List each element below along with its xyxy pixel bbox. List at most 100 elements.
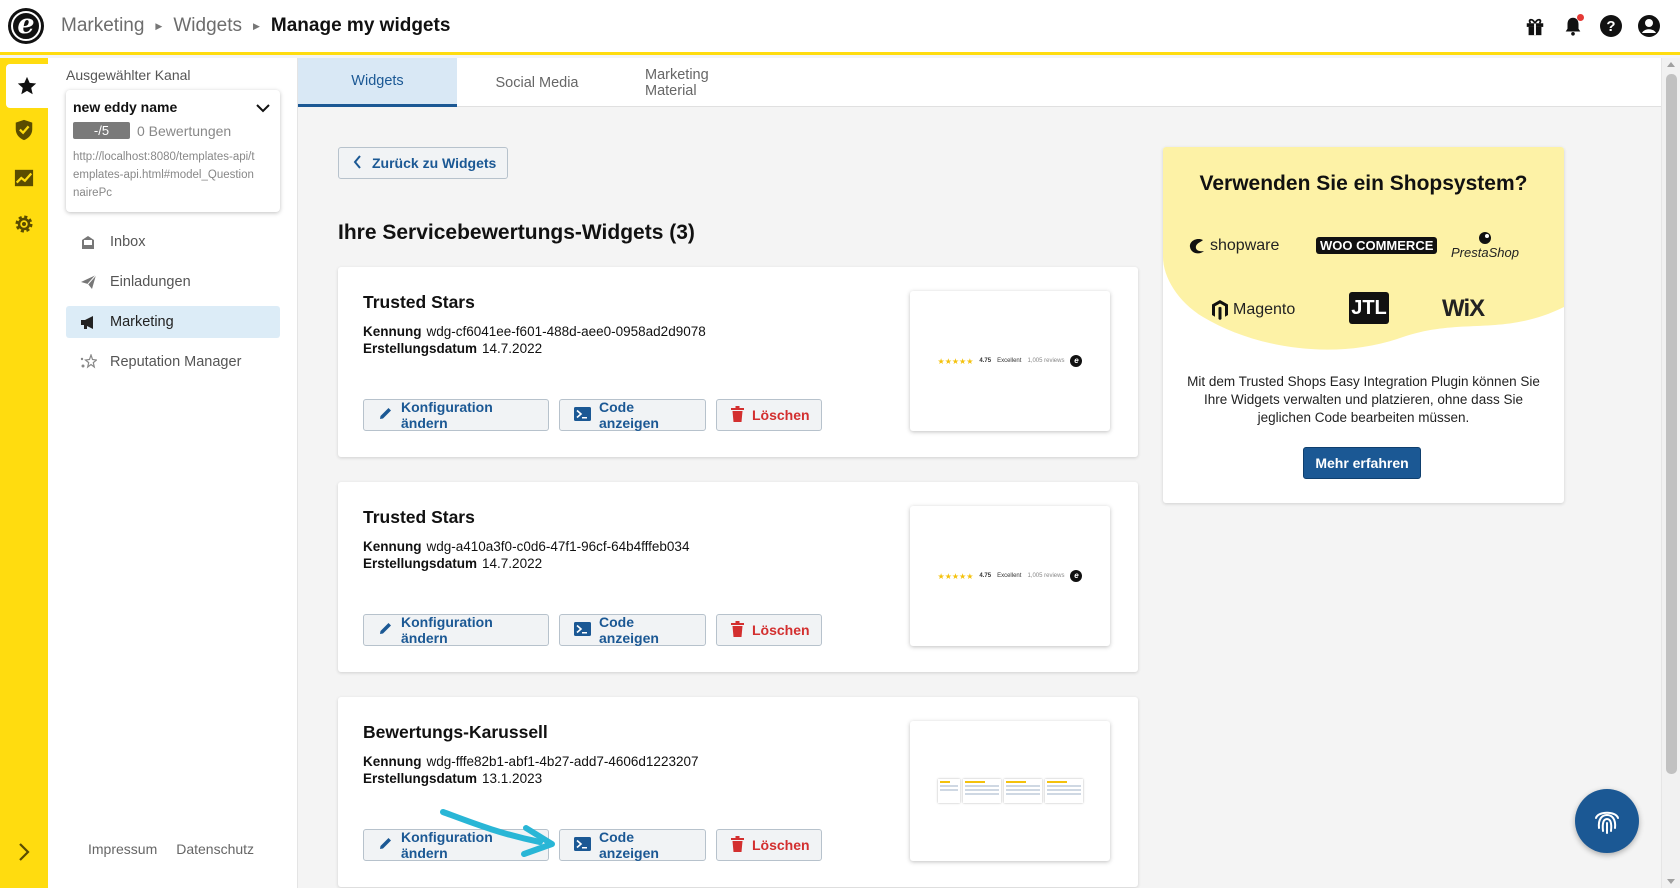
edit-config-label: Konfiguration ändern <box>401 614 493 646</box>
widget-id: wdg-a410a3f0-c0d6-47f1-96cf-64b4fffeb034 <box>426 539 690 554</box>
edit-config-button[interactable]: Konfiguration ändern <box>363 399 549 431</box>
widget-title: Trusted Stars <box>363 292 475 312</box>
woocommerce-logo-text: WOO COMMERCE <box>1316 237 1438 254</box>
etrusted-logo[interactable]: e <box>8 8 44 44</box>
widget-card: Trusted Stars Kennung wdg-a410a3f0-c0d6-4… <box>338 482 1138 672</box>
widget-id-row: Kennung wdg-fffe82b1-abf1-4b27-add7-4606d… <box>363 754 698 769</box>
delete-label: Löschen <box>752 407 810 423</box>
channel-selector[interactable]: new eddy name -/5 0 Bewertungen http://l… <box>66 90 280 212</box>
sidebar-item-reputation-manager[interactable]: Reputation Manager <box>66 346 280 378</box>
wix-logo-text: WiX <box>1442 295 1485 322</box>
trash-icon <box>731 620 744 640</box>
jtl-logo-text: JTL <box>1351 296 1387 319</box>
channel-label: Ausgewählter Kanal <box>66 67 191 83</box>
promo-description: Mit dem Trusted Shops Easy Integration P… <box>1187 374 1540 425</box>
preview-score: 4.75 <box>979 358 992 364</box>
widget-date-row: Erstellungsdatum 14.7.2022 <box>363 341 542 356</box>
widget-id-label: Kennung <box>363 324 422 339</box>
sidebar-item-label: Marketing <box>110 314 174 330</box>
datenschutz-link[interactable]: Datenschutz <box>176 841 254 857</box>
impressum-link[interactable]: Impressum <box>88 841 157 857</box>
edit-config-button[interactable]: Konfiguration ändern <box>363 829 549 861</box>
preview-grade: Excellent <box>997 573 1022 579</box>
magento-logo-text: Magento <box>1233 301 1296 318</box>
user-icon[interactable] <box>1636 13 1662 39</box>
delete-button[interactable]: Löschen <box>716 614 822 646</box>
stars-icon: ★★★★★ <box>937 356 974 366</box>
review-count: 0 Bewertungen <box>137 123 232 139</box>
widget-date-row: Erstellungsdatum 14.7.2022 <box>363 556 542 571</box>
jtl-logo: JTL <box>1349 292 1389 324</box>
widget-date-label: Erstellungsdatum <box>363 556 478 571</box>
widget-date: 14.7.2022 <box>482 341 543 356</box>
sidebar-nav: Inbox Einladungen Marketing Reputation M… <box>66 226 280 386</box>
scroll-down-arrow-icon[interactable] <box>1667 879 1675 884</box>
learn-more-button[interactable]: Mehr erfahren <box>1303 447 1421 479</box>
carousel-review-card <box>1003 779 1042 803</box>
preview-grade: Excellent <box>997 358 1022 364</box>
channel-name: new eddy name <box>73 99 178 115</box>
breadcrumb-widgets[interactable]: Widgets <box>173 15 242 37</box>
help-icon[interactable]: ? <box>1598 13 1624 39</box>
breadcrumb: Marketing ▶ Widgets ▶ Manage my widgets <box>61 15 450 37</box>
tab-widgets[interactable]: Widgets <box>298 58 457 107</box>
breadcrumb-marketing[interactable]: Marketing <box>61 15 144 37</box>
show-code-label: Code anzeigen <box>599 614 659 646</box>
edit-config-button[interactable]: Konfiguration ändern <box>363 614 549 646</box>
sidebar-item-einladungen[interactable]: Einladungen <box>66 266 280 298</box>
delete-button[interactable]: Löschen <box>716 399 822 431</box>
pencil-icon <box>378 621 393 639</box>
widget-title: Trusted Stars <box>363 507 475 527</box>
sparkle-icon <box>78 352 98 372</box>
scrollbar-thumb[interactable] <box>1666 74 1677 774</box>
sidebar-item-marketing[interactable]: Marketing <box>66 306 280 338</box>
promo-title: Verwenden Sie ein Shopsystem? <box>1199 172 1528 195</box>
delete-label: Löschen <box>752 837 810 853</box>
carousel-preview <box>937 779 1083 803</box>
widget-date-label: Erstellungsdatum <box>363 341 478 356</box>
svg-text:?: ? <box>1606 18 1615 35</box>
left-rail <box>0 58 48 888</box>
tab-marketing-material[interactable]: Marketing Material <box>617 58 777 107</box>
scroll-up-arrow-icon[interactable] <box>1667 62 1675 67</box>
chevron-down-icon[interactable] <box>256 100 270 118</box>
star-icon[interactable] <box>6 64 48 108</box>
magento-logo: Magento <box>1211 299 1295 321</box>
fingerprint-button[interactable] <box>1575 789 1639 853</box>
trustmark-icon: e <box>1070 570 1083 582</box>
bell-icon[interactable] <box>1560 13 1586 39</box>
woocommerce-logo: WOO COMMERCE <box>1316 237 1438 254</box>
tab-social-media[interactable]: Social Media <box>457 58 617 107</box>
sidebar-item-inbox[interactable]: Inbox <box>66 226 280 258</box>
page-scrollbar[interactable] <box>1661 58 1680 888</box>
show-code-button[interactable]: Code anzeigen <box>559 614 706 646</box>
back-button-label: Zurück zu Widgets <box>372 155 497 171</box>
inbox-icon <box>78 232 98 252</box>
gear-icon[interactable] <box>6 204 42 244</box>
chart-icon[interactable] <box>6 158 42 198</box>
trustmark-icon: e <box>1070 355 1083 367</box>
prestashop-logo: PrestaShop <box>1451 231 1519 260</box>
widget-date-row: Erstellungsdatum 13.1.2023 <box>363 771 542 786</box>
expand-sidebar-icon[interactable] <box>10 838 38 866</box>
fingerprint-icon <box>1595 811 1619 834</box>
widget-actions: Konfiguration ändern Code anzeigen Lösch… <box>363 614 822 646</box>
shopware-logo: shopware <box>1188 237 1279 255</box>
widget-title: Bewertungs-Karussell <box>363 722 548 742</box>
widget-preview: ★★★★★ 4.75 Excellent 1,005 reviews e <box>910 506 1110 646</box>
preview-score: 4.75 <box>979 573 992 579</box>
shield-icon[interactable] <box>6 110 42 150</box>
terminal-icon <box>574 836 591 854</box>
trusted-stars-preview: ★★★★★ 4.75 Excellent 1,005 reviews e <box>938 355 1083 367</box>
page-title: Manage my widgets <box>270 15 451 36</box>
breadcrumb-separator-icon: ▶ <box>252 20 260 31</box>
show-code-button[interactable]: Code anzeigen <box>559 829 706 861</box>
widget-id-label: Kennung <box>363 539 422 554</box>
show-code-button[interactable]: Code anzeigen <box>559 399 706 431</box>
back-to-widgets-button[interactable]: Zurück zu Widgets <box>338 147 508 179</box>
prestashop-logo-text: PrestaShop <box>1451 245 1519 260</box>
stars-icon: ★★★★★ <box>937 571 974 581</box>
widget-card: Trusted Stars Kennung wdg-cf6041ee-f601-4… <box>338 267 1138 457</box>
delete-button[interactable]: Löschen <box>716 829 822 861</box>
gift-icon[interactable] <box>1522 13 1548 39</box>
